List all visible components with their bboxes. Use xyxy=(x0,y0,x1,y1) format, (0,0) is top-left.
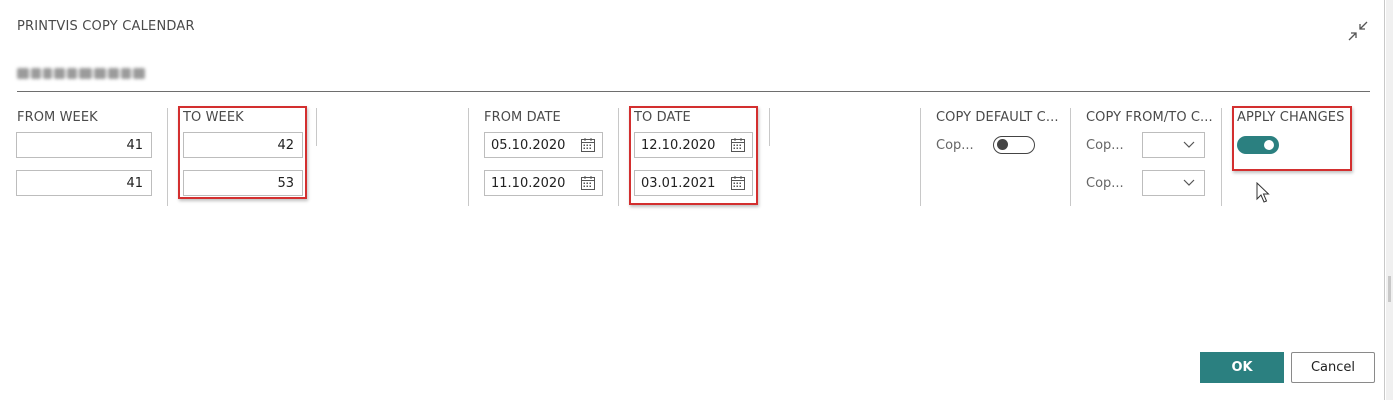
copy-default-toggle[interactable] xyxy=(993,136,1035,154)
chevron-down-icon xyxy=(1183,179,1195,186)
copy-from-to-label: COPY FROM/TO C... xyxy=(1086,110,1213,125)
apply-changes-label: APPLY CHANGES xyxy=(1237,110,1345,125)
calendar-icon[interactable] xyxy=(580,137,596,153)
copy-calendar-dialog: PRINTVIS COPY CALENDAR FROM WEEK 41 41 T… xyxy=(0,0,1385,400)
cancel-button[interactable]: Cancel xyxy=(1291,352,1375,383)
to-date-label: TO DATE xyxy=(634,110,691,125)
to-date-input-2[interactable]: 03.01.2021 xyxy=(634,170,753,196)
calendar-icon[interactable] xyxy=(580,175,596,191)
dialog-title: PRINTVIS COPY CALENDAR xyxy=(17,19,195,34)
to-week-label: TO WEEK xyxy=(183,110,244,125)
to-date-input-1[interactable]: 12.10.2020 xyxy=(634,132,753,158)
scrollbar-thumb[interactable] xyxy=(1388,276,1391,302)
from-date-input-2[interactable]: 11.10.2020 xyxy=(484,170,603,196)
calendar-icon[interactable] xyxy=(730,137,746,153)
apply-changes-toggle[interactable] xyxy=(1237,136,1279,154)
copy-default-label: COPY DEFAULT C... xyxy=(936,110,1059,125)
toggle-knob xyxy=(1264,140,1274,150)
to-date-value-1: 12.10.2020 xyxy=(641,138,716,153)
background-page-peek xyxy=(0,396,1385,400)
copy-default-row-label: Cop... xyxy=(936,138,974,153)
mouse-pointer-icon xyxy=(1256,182,1270,203)
copy-from-to-select-2[interactable] xyxy=(1142,170,1205,196)
column-divider xyxy=(920,108,921,206)
column-divider xyxy=(618,108,619,206)
copy-from-to-row-label-2: Cop... xyxy=(1086,176,1124,191)
to-week-input-1[interactable]: 42 xyxy=(183,132,303,158)
collapse-icon[interactable] xyxy=(1346,19,1370,43)
chevron-down-icon xyxy=(1183,141,1195,148)
to-week-input-2[interactable]: 53 xyxy=(183,170,303,196)
from-week-input-2[interactable]: 41 xyxy=(16,170,152,196)
to-date-value-2: 03.01.2021 xyxy=(641,176,716,191)
copy-from-to-select-1[interactable] xyxy=(1142,132,1205,158)
copy-from-to-row-label-1: Cop... xyxy=(1086,138,1124,153)
column-divider xyxy=(1221,108,1222,206)
from-date-value-1: 05.10.2020 xyxy=(491,138,566,153)
from-date-label: FROM DATE xyxy=(484,110,561,125)
from-week-input-1[interactable]: 41 xyxy=(16,132,152,158)
header-divider xyxy=(17,91,1370,92)
from-date-input-1[interactable]: 05.10.2020 xyxy=(484,132,603,158)
from-week-label: FROM WEEK xyxy=(17,110,98,125)
from-date-value-2: 11.10.2020 xyxy=(491,176,566,191)
column-divider xyxy=(167,108,168,206)
column-divider xyxy=(769,108,770,146)
page-scrollbar[interactable] xyxy=(1386,0,1393,400)
column-divider xyxy=(468,108,469,206)
column-divider xyxy=(1070,108,1071,206)
ok-button[interactable]: OK xyxy=(1200,352,1284,383)
toggle-knob xyxy=(997,139,1008,150)
column-divider xyxy=(316,108,317,146)
blurred-record-name xyxy=(17,65,145,82)
calendar-icon[interactable] xyxy=(730,175,746,191)
